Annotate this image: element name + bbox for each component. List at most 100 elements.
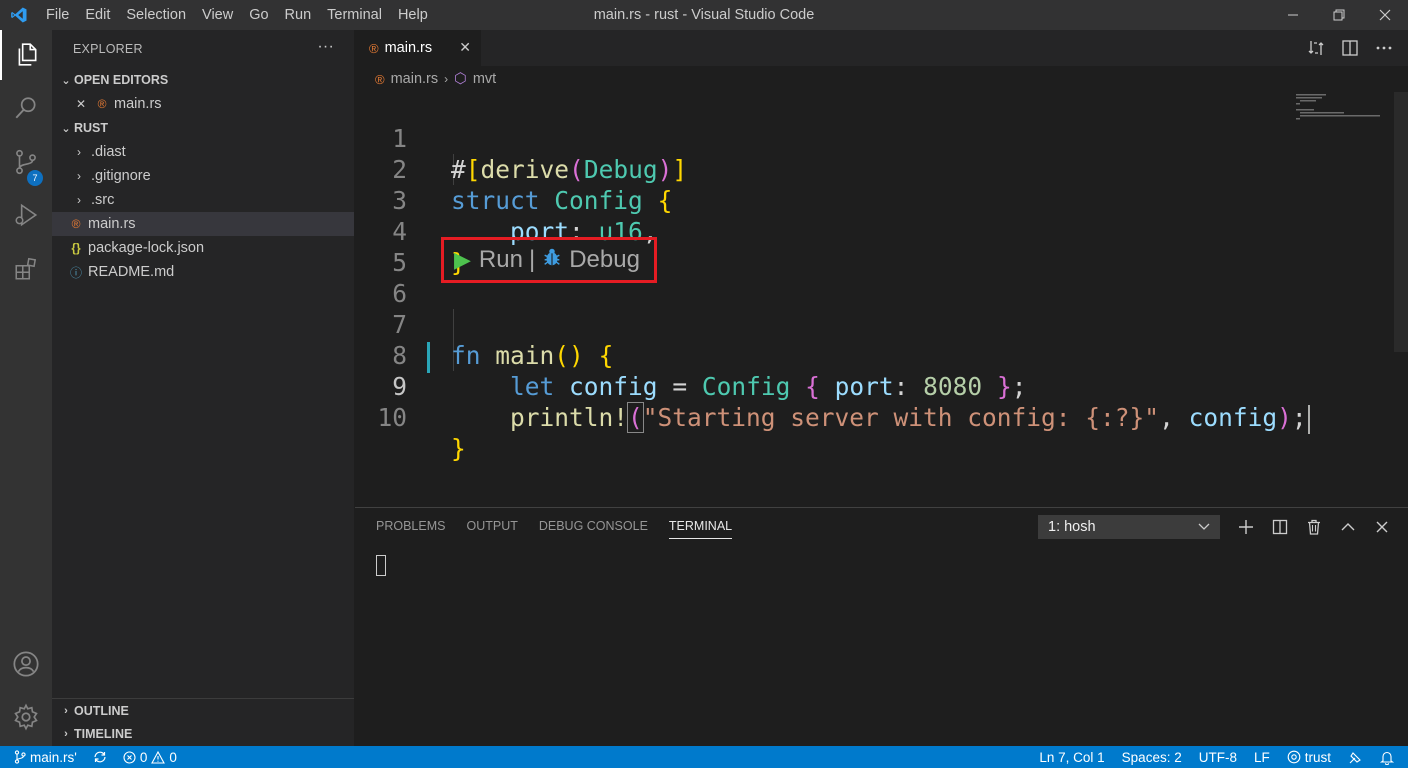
sync-icon[interactable] [93,750,107,764]
panel-tabs: PROBLEMS OUTPUT DEBUG CONSOLE TERMINAL [376,519,733,539]
outline-section[interactable]: › OUTLINE [52,698,354,722]
tree-item-diast[interactable]: › .diast [52,140,354,164]
rust-folder-section[interactable]: ⌄ RUST [52,116,354,140]
status-warnings: 0 [169,749,177,765]
search-icon[interactable] [0,83,52,133]
activity-bar: 7 [0,30,52,746]
code-line: 8 let config = Config { port: 8080 }; [355,309,1390,401]
editor-scrollbar[interactable] [1394,92,1408,352]
source-control-badge: 7 [27,170,43,186]
menu-edit[interactable]: Edit [77,0,118,30]
close-editor-icon[interactable]: ✕ [72,97,90,111]
split-terminal-icon[interactable] [1269,514,1291,540]
minimize-icon[interactable] [1270,0,1316,30]
menu-run[interactable]: Run [277,0,320,30]
chevron-right-icon: › [64,728,68,740]
more-actions-icon[interactable] [1374,38,1394,58]
new-terminal-plus-icon[interactable] [1235,514,1257,540]
chevron-right-icon: › [64,704,68,717]
breadcrumb-symbol[interactable]: mvt [473,71,496,87]
window-controls [1270,0,1408,30]
close-window-icon[interactable] [1362,0,1408,30]
feedback-icon[interactable] [1348,750,1363,765]
tree-item-readme[interactable]: ⓘ README.md [52,260,354,284]
json-file-icon: {} [71,241,81,255]
chevron-right-icon: › [77,169,81,183]
terminal-select[interactable]: 1: hosh [1038,515,1220,539]
text-cursor [1307,404,1310,434]
tab-problems[interactable]: PROBLEMS [376,519,445,539]
symbol-cube-icon: ⬡ [454,71,467,87]
minimap[interactable] [1290,92,1390,132]
close-panel-icon[interactable] [1371,514,1393,540]
info-file-icon: ⓘ [69,265,82,280]
bottom-panel: PROBLEMS OUTPUT DEBUG CONSOLE TERMINAL 1… [355,507,1408,746]
sidebar-bottom-sections: › OUTLINE › TIMELINE [52,698,354,746]
compare-changes-icon[interactable] [1306,38,1326,58]
menu-help[interactable]: Help [390,0,436,30]
chevron-right-icon: › [77,145,81,159]
status-bar: main.rs' 0 0 Ln 7, Col 1 Spaces: 2 UTF-8… [0,746,1408,768]
menu-selection[interactable]: Selection [118,0,194,30]
breadcrumb: ® main.rs › ⬡ mvt [355,66,1408,92]
explorer-icon[interactable] [0,30,52,80]
run-debug-icon[interactable] [0,190,52,240]
status-language[interactable]: trust [1287,750,1331,765]
tab-main-rs[interactable]: ® main.rs ✕ [355,30,481,66]
terminal-select-value: 1: hosh [1048,519,1096,535]
notifications-bell-icon[interactable] [1380,750,1394,765]
status-problems[interactable]: 0 0 [123,750,177,765]
manage-gear-icon[interactable] [0,692,52,742]
tree-item-package-lock[interactable]: {} package-lock.json [52,236,354,260]
terminal-cursor[interactable] [376,555,386,576]
trash-icon[interactable] [1303,514,1325,540]
tab-terminal[interactable]: TERMINAL [668,519,733,539]
run-play-icon: ▶ [454,247,471,272]
codelens-debug[interactable]: Debug [569,246,640,274]
restore-icon[interactable] [1316,0,1362,30]
status-eol[interactable]: LF [1254,750,1270,765]
tree-item-gitignore[interactable]: › .gitignore [52,164,354,188]
editor-tabs-bar: ® main.rs ✕ [355,30,1408,66]
status-branch-label: main.rs' [30,749,77,765]
codelens-run[interactable]: Run [479,246,523,274]
timeline-section[interactable]: › TIMELINE [52,722,354,746]
explorer-sidebar: EXPLORER ··· ⌄ OPEN EDITORS ✕ ® main.rs … [52,30,354,746]
panel-actions [1235,514,1393,540]
rust-folder-title: RUST [74,121,109,135]
language-mode-icon [1287,750,1301,764]
timeline-title: TIMELINE [74,727,133,741]
status-encoding[interactable]: UTF-8 [1199,750,1237,765]
codelens-run-debug: ▶ Run | Debug [441,237,657,283]
open-editors-section[interactable]: ⌄ OPEN EDITORS [52,68,354,92]
status-left: main.rs' 0 0 [0,750,177,765]
status-spaces[interactable]: Spaces: 2 [1122,750,1182,765]
vscode-logo-icon [0,0,38,30]
chevron-down-icon: ⌄ [61,122,71,135]
code-line: 4 } [355,185,1390,277]
open-editor-item[interactable]: ✕ ® main.rs [52,92,354,116]
breadcrumb-file[interactable]: main.rs [391,71,439,87]
tree-item-src[interactable]: › .src [52,188,354,212]
rust-file-icon: ® [369,40,379,56]
open-editors-title: OPEN EDITORS [74,73,169,87]
status-branch[interactable]: main.rs' [14,750,77,765]
menu-file[interactable]: File [38,0,77,30]
account-icon[interactable] [0,639,52,689]
more-actions-icon[interactable]: ··· [317,38,334,56]
extensions-icon[interactable] [0,244,52,294]
code-editor[interactable]: 1 #[derive(Debug)] 2 struct Config { 3 p… [355,92,1408,506]
close-tab-icon[interactable]: ✕ [459,39,471,56]
menu-view[interactable]: View [194,0,241,30]
status-position[interactable]: Ln 7, Col 1 [1039,750,1104,765]
menu-go[interactable]: Go [241,0,276,30]
split-editor-icon[interactable] [1340,38,1360,58]
tree-item-main-rs[interactable]: ® main.rs [52,212,354,236]
tab-output[interactable]: OUTPUT [466,519,517,539]
source-control-icon[interactable]: 7 [0,137,52,187]
tab-debug-console[interactable]: DEBUG CONSOLE [539,519,648,539]
menu-bar: File Edit Selection View Go Run Terminal… [38,0,436,30]
maximize-panel-chevron-up-icon[interactable] [1337,514,1359,540]
menu-terminal[interactable]: Terminal [319,0,390,30]
code-text: } [451,434,466,463]
